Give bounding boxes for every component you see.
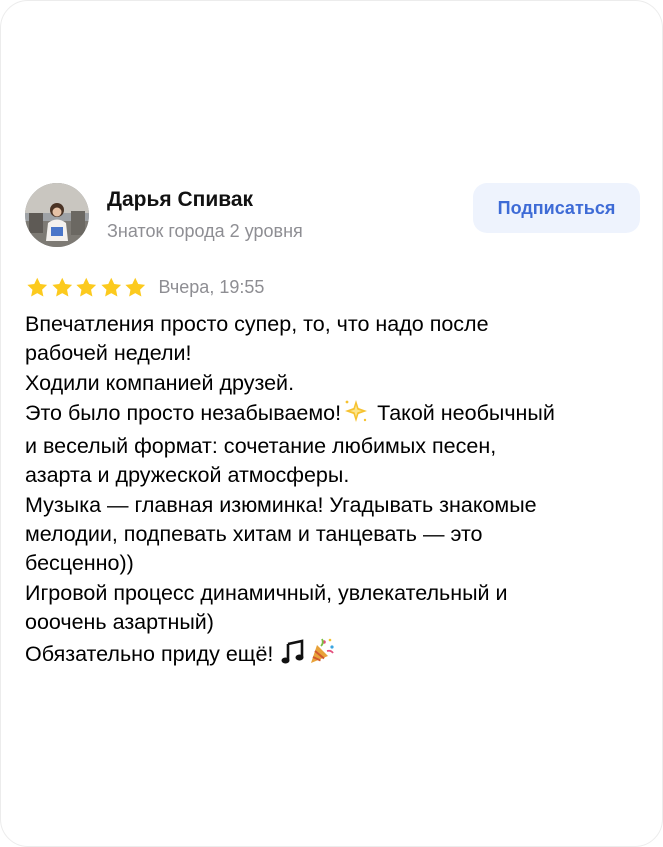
review-line: и веселый формат: сочетание любимых песе… [25,434,497,459]
musical-notes-icon [280,639,306,673]
author-row: Дарья Спивак Знаток города 2 уровня Подп… [25,183,640,249]
author-name[interactable]: Дарья Спивак [107,188,253,212]
avatar[interactable] [25,183,89,247]
review-line: Ходили компанией друзей. [25,370,295,395]
review-line-part: Такой необычный [377,400,555,425]
review-date: Вчера, 19:55 [158,276,265,297]
review-line: Музыка — главная изюминка! Угадывать зна… [25,492,537,517]
review-line: мелодии, подпевать хитам и танцевать — э… [25,522,483,547]
review-card: Дарья Спивак Знаток города 2 уровня Подп… [0,0,663,847]
review-line-part: Обязательно приду ещё! [25,642,274,667]
review-line: Это было просто незабываемо! Такой необы… [25,398,645,432]
review-line: рабочей недели! [25,341,192,366]
star-icon [100,277,121,297]
party-popper-icon [308,637,336,673]
subscribe-button[interactable]: Подписаться [473,183,640,233]
rating-row: Вчера, 19:55 [25,273,264,301]
author-level: Знаток города 2 уровня [107,221,303,241]
star-icon [27,277,48,297]
star-icon [51,277,72,297]
glowing-star-icon [342,398,370,432]
review-line: ооочень азартный) [25,609,214,634]
star-icon [125,277,146,297]
review-line-part: Это было просто незабываемо! [25,400,342,425]
review-text: Впечатления просто супер, то, что надо п… [25,310,645,674]
review-line: Обязательно приду ещё! [25,637,645,673]
review-line: бесценно)) [25,551,134,576]
review-line: Впечатления просто супер, то, что надо п… [25,312,489,336]
review-line: Игровой процесс динамичный, увлекательны… [25,580,508,605]
star-icon [76,277,97,297]
review-line: азарта и дружеской атмосферы. [25,463,350,488]
star-rating [25,276,148,299]
